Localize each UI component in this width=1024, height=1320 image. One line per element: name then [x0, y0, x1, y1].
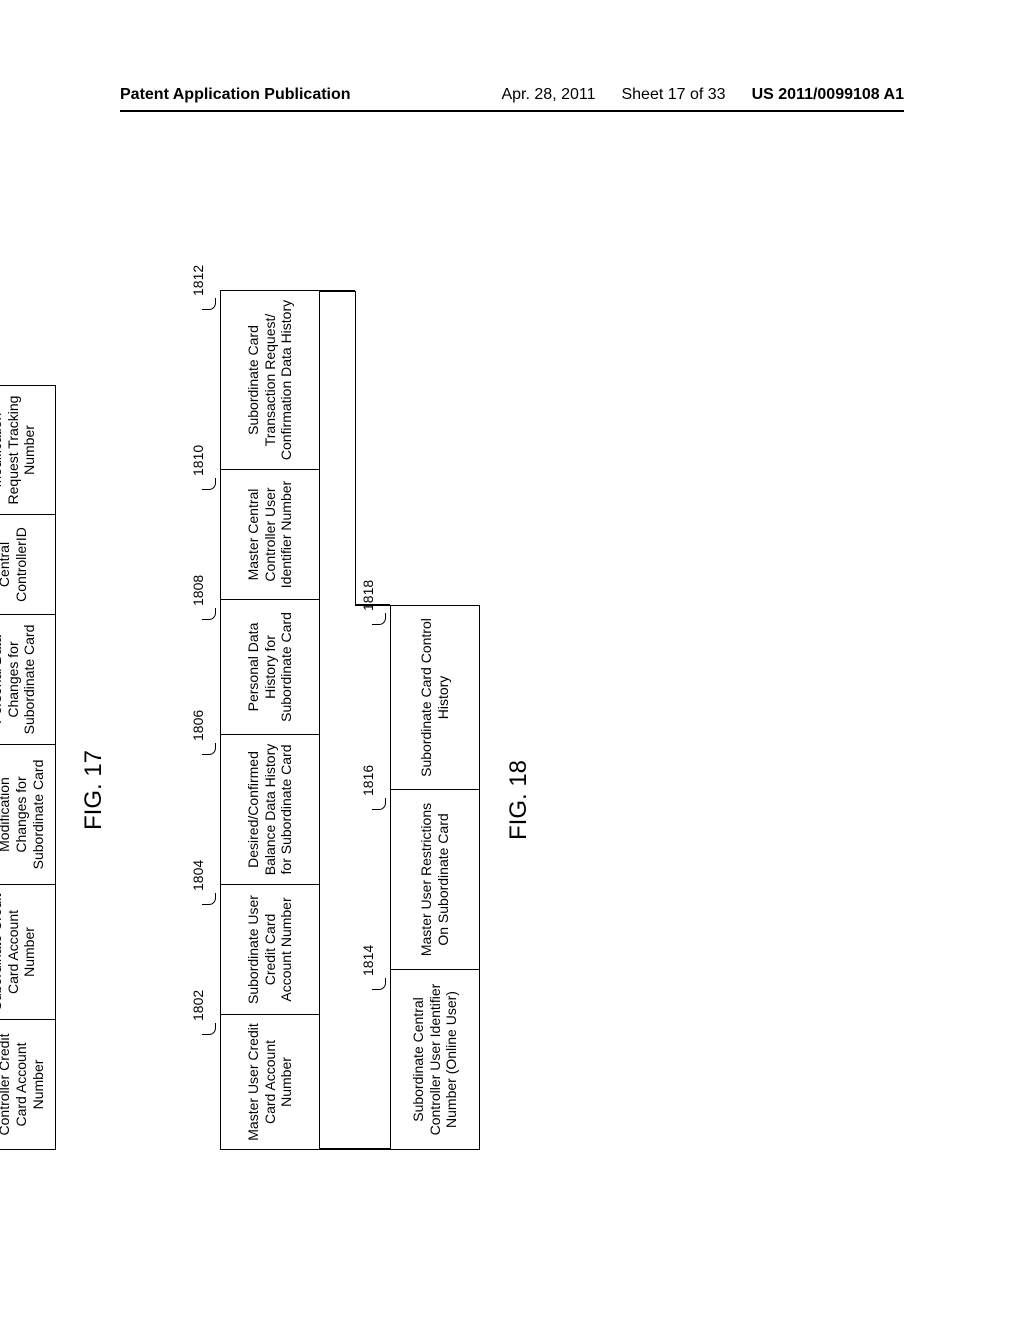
fig18-row1-cells: Master User Credit Card Account Number S… — [220, 290, 320, 1150]
refnum-1804: 1804 — [190, 860, 206, 891]
cell-1702: Master Central Controller Credit Card Ac… — [0, 1020, 56, 1150]
hook-icon — [202, 743, 216, 755]
hook-icon — [202, 478, 216, 490]
fig17-wrap: Master Central Controller Credit Card Ac… — [0, 385, 56, 1150]
hook-icon — [202, 608, 216, 620]
header-rule — [120, 110, 904, 112]
hook-icon — [202, 893, 216, 905]
cell-1818: Subordinate Card Control History — [390, 605, 480, 790]
cell-1708: Personal Data Changes for Subordinate Ca… — [0, 615, 56, 745]
cell-1806: Desired/Confirmed Balance Data History f… — [220, 735, 320, 885]
fig17-cells: Master Central Controller Credit Card Ac… — [0, 385, 56, 1150]
page-header: Patent Application Publication Apr. 28, … — [0, 86, 1024, 104]
patent-page: Patent Application Publication Apr. 28, … — [0, 0, 1024, 1320]
figure-area-rotated: Master Central Controller Credit Card Ac… — [10, 330, 1010, 1030]
refnum-1802: 1802 — [190, 990, 206, 1021]
hook-icon — [372, 978, 386, 990]
refnum-1806: 1806 — [190, 710, 206, 741]
header-publication: Patent Application Publication — [120, 86, 351, 104]
header-date: Apr. 28, 2011 — [501, 86, 595, 104]
connector-line — [355, 291, 356, 606]
hook-icon — [202, 1023, 216, 1035]
fig18-row1-wrap: Master User Credit Card Account Number S… — [220, 290, 320, 1150]
hook-icon — [372, 798, 386, 810]
connector-line — [320, 1148, 390, 1150]
refnum-1818: 1818 — [360, 580, 376, 611]
refnum-1816: 1816 — [360, 765, 376, 796]
connector-line — [320, 290, 355, 292]
cell-1710: Central ControllerID — [0, 515, 56, 615]
cell-1706: Balance Modification Changes for Subordi… — [0, 745, 56, 885]
cell-1810: Master Central Controller User Identifie… — [220, 470, 320, 600]
fig18-row2-cells: Subordinate Central Controller User Iden… — [390, 605, 480, 1150]
refnum-1812: 1812 — [190, 265, 206, 296]
cell-1712: Modification Request Tracking Number — [0, 385, 56, 515]
fig18-row2-wrap: Subordinate Central Controller User Iden… — [390, 605, 480, 1150]
cell-1704: Subordinate Credit Card Account Number — [0, 885, 56, 1020]
cell-1812: Subordinate Card Transaction Request/ Co… — [220, 290, 320, 470]
refnum-1810: 1810 — [190, 445, 206, 476]
header-right-group: Apr. 28, 2011 Sheet 17 of 33 US 2011/009… — [501, 86, 904, 104]
fig17-label: FIG. 17 — [80, 750, 108, 830]
cell-1804: Subordinate User Credit Card Account Num… — [220, 885, 320, 1015]
hook-icon — [372, 613, 386, 625]
header-sheet: Sheet 17 of 33 — [621, 86, 725, 104]
cell-1802: Master User Credit Card Account Number — [220, 1015, 320, 1150]
cell-1814: Subordinate Central Controller User Iden… — [390, 970, 480, 1150]
refnum-1814: 1814 — [360, 945, 376, 976]
header-pubno: US 2011/0099108 A1 — [752, 86, 904, 104]
cell-1816: Master User Restrictions On Subordinate … — [390, 790, 480, 970]
cell-1808: Personal Data History for Subordinate Ca… — [220, 600, 320, 735]
refnum-1808: 1808 — [190, 575, 206, 606]
hook-icon — [202, 298, 216, 310]
fig18-label: FIG. 18 — [505, 760, 533, 840]
